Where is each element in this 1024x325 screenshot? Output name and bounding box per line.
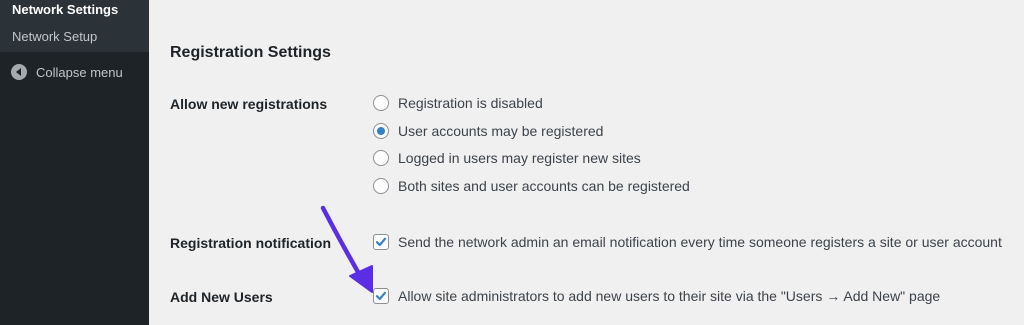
registration-notification-label: Registration notification — [170, 235, 331, 251]
registration-notification-option[interactable]: Send the network admin an email notifica… — [373, 234, 1002, 250]
radio-option-disabled[interactable]: Registration is disabled — [373, 95, 543, 111]
section-title: Registration Settings — [170, 44, 331, 61]
collapse-menu-button[interactable]: Collapse menu — [0, 62, 149, 82]
radio-option-both[interactable]: Both sites and user accounts can be regi… — [373, 178, 690, 194]
radio-label: Registration is disabled — [398, 95, 543, 111]
add-users-checkbox[interactable] — [373, 288, 389, 304]
radio-label: Logged in users may register new sites — [398, 150, 641, 166]
collapse-arrow-icon — [11, 64, 27, 80]
checkmark-icon — [375, 237, 387, 247]
checkmark-icon — [375, 291, 387, 301]
radio-label: Both sites and user accounts can be regi… — [398, 178, 690, 194]
radio-option-user-accounts[interactable]: User accounts may be registered — [373, 123, 603, 139]
submenu-item-network-settings[interactable]: Network Settings — [0, 0, 149, 20]
notification-checkbox[interactable] — [373, 234, 389, 250]
submenu-item-network-setup[interactable]: Network Setup — [0, 26, 149, 48]
radio-button[interactable] — [373, 178, 389, 194]
radio-button[interactable] — [373, 95, 389, 111]
admin-sidebar: Network Settings Network Setup Collapse … — [0, 0, 149, 325]
collapse-menu-label: Collapse menu — [36, 64, 123, 80]
radio-button[interactable] — [373, 150, 389, 166]
settings-content: Registration Settings Allow new registra… — [149, 0, 1024, 325]
radio-label: User accounts may be registered — [398, 123, 604, 139]
allow-registrations-label: Allow new registrations — [170, 96, 328, 112]
checkbox-label: Allow site administrators to add new use… — [398, 288, 941, 304]
add-new-users-label: Add New Users — [170, 289, 273, 305]
radio-option-logged-in-sites[interactable]: Logged in users may register new sites — [373, 150, 641, 166]
radio-button[interactable] — [373, 123, 389, 139]
add-new-users-option[interactable]: Allow site administrators to add new use… — [373, 288, 940, 304]
checkbox-label: Send the network admin an email notifica… — [398, 234, 1002, 250]
settings-submenu: Network Settings Network Setup — [0, 0, 149, 52]
